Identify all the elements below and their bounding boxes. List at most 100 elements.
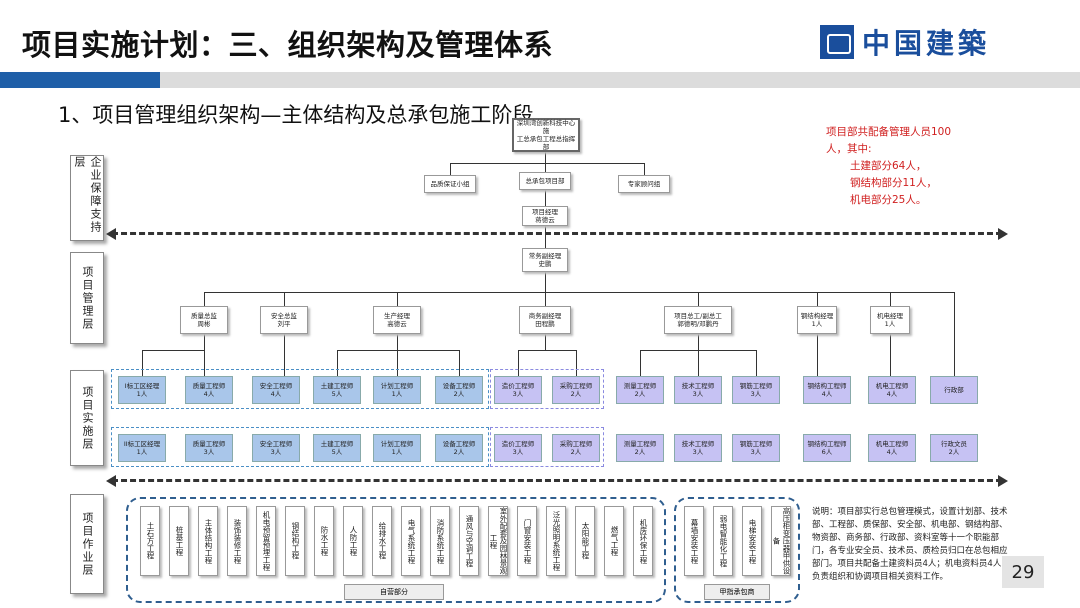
- header-band: [160, 72, 1080, 88]
- org-quality-group: 品质保证小组: [424, 175, 476, 193]
- role-title: 计划工程师: [380, 440, 414, 448]
- role-cell: 钢结构工程师 4人: [803, 376, 851, 404]
- page-title: 项目实施计划：三、组织架构及管理体系: [22, 28, 554, 62]
- role-title: 采购工程师: [559, 440, 593, 448]
- explanation-note: 说明：项目部实行总包管理模式，设置计划部、技术部、工程部、质保部、安全部、机电部…: [812, 507, 1010, 582]
- role-count: 3人: [750, 390, 762, 398]
- role-cell: 技术工程师 3人: [674, 376, 722, 404]
- org-text: 郭德明/邓鹏丹: [677, 320, 719, 328]
- role-count: 2人: [570, 448, 582, 456]
- org-text: 1人: [884, 320, 896, 328]
- org-text: 工总承包工程总指挥部: [516, 135, 576, 151]
- arrow-right-icon: [998, 228, 1008, 240]
- role-cell: 造价工程师 3人: [494, 434, 542, 462]
- role-count: 4人: [270, 390, 282, 398]
- role-title: 质量工程师: [192, 440, 226, 448]
- staff-note-line: 人，其中:: [826, 143, 872, 155]
- layer-label-operation: 项目作业层: [70, 494, 104, 594]
- role-count: 3人: [512, 390, 524, 398]
- role-cell: II标工区经理 1人: [118, 434, 166, 462]
- role-cell: 机电工程师 4人: [868, 376, 916, 404]
- arrow-left-icon: [106, 475, 116, 487]
- role-count: 3人: [512, 448, 524, 456]
- work-item: 钢结构工程: [285, 506, 305, 576]
- org-steel-manager: 钢结构经理 1人: [797, 306, 837, 334]
- work-item: 装饰装修工程: [227, 506, 247, 576]
- role-count: 2人: [634, 390, 646, 398]
- org-mep-manager: 机电经理 1人: [870, 306, 910, 334]
- role-title: 采购工程师: [559, 382, 593, 390]
- role-title: 钢筋工程师: [739, 382, 773, 390]
- role-cell: 设备工程师 2人: [435, 434, 483, 462]
- role-title: 钢结构工程师: [807, 440, 847, 448]
- role-cell: 行政部: [930, 376, 978, 404]
- role-cell: 土建工程师 5人: [313, 376, 361, 404]
- org-production-manager: 生产经理 高德云: [373, 306, 421, 334]
- work-item: 太阳能工程: [575, 506, 595, 576]
- role-cell: 采购工程师 2人: [552, 434, 600, 462]
- layer-label-management: 项目管理层: [70, 252, 104, 344]
- layer-label-support: 企业保障支持层: [70, 155, 104, 241]
- role-title: 安全工程师: [259, 440, 293, 448]
- role-title: 技术工程师: [681, 440, 715, 448]
- role-title: 设备工程师: [442, 440, 476, 448]
- role-cell: 土建工程师 5人: [313, 434, 361, 462]
- role-cell: 测量工程师 2人: [616, 376, 664, 404]
- role-cell: 机电工程师 4人: [868, 434, 916, 462]
- owner-designated-label: 甲指承包商: [704, 584, 770, 600]
- role-title: 钢结构工程师: [807, 382, 847, 390]
- role-cell: 测量工程师 2人: [616, 434, 664, 462]
- org-chief-engineer: 项目总工/副总工 郭德明/邓鹏丹: [664, 306, 732, 334]
- role-cell: 安全工程师 3人: [252, 434, 300, 462]
- self-operated-label: 自营部分: [344, 584, 444, 600]
- role-title: 安全工程师: [259, 382, 293, 390]
- role-count: 5人: [331, 448, 343, 456]
- work-item: 通风与空调工程: [459, 506, 479, 576]
- org-text: 深圳湾创新科技中心施: [516, 119, 576, 135]
- arrow-left-icon: [106, 228, 116, 240]
- work-item: 弱电智能化工程: [713, 506, 733, 576]
- work-item: 室外配套及园林景观工程: [488, 506, 508, 576]
- role-count: 4人: [203, 390, 215, 398]
- role-count: 3人: [692, 448, 704, 456]
- cscec-logo-icon: [820, 25, 854, 59]
- role-count: 6人: [821, 448, 833, 456]
- org-text: 质量总监: [191, 312, 217, 320]
- layer-divider: [112, 479, 1002, 482]
- role-count: 5人: [331, 390, 343, 398]
- org-safety-director: 安全总监 刘平: [260, 306, 308, 334]
- work-item: 电梯安装工程: [742, 506, 762, 576]
- staff-note-line: 项目部共配备管理人员100: [826, 126, 952, 138]
- work-item: 给排水工程: [372, 506, 392, 576]
- role-cell: 钢筋工程师 3人: [732, 434, 780, 462]
- staff-note: 项目部共配备管理人员100 人，其中: 土建部分64人， 钢结构部分11人， 机…: [826, 124, 951, 209]
- role-title: 造价工程师: [501, 382, 535, 390]
- role-count: 1人: [136, 390, 148, 398]
- role-count: 2人: [570, 390, 582, 398]
- header-band-accent: [0, 72, 160, 88]
- work-item: 桩基工程: [169, 506, 189, 576]
- work-item: 高压柜变压器甲供设备: [771, 506, 791, 576]
- role-count: 2人: [453, 448, 465, 456]
- layer-divider: [112, 232, 1002, 235]
- role-count: 3人: [750, 448, 762, 456]
- role-count: 4人: [886, 448, 898, 456]
- org-text: 蒋德云: [535, 216, 555, 224]
- role-title: 钢筋工程师: [739, 440, 773, 448]
- role-count: 3人: [203, 448, 215, 456]
- role-cell: I标工区经理 1人: [118, 376, 166, 404]
- role-title: 行政部: [944, 386, 964, 394]
- work-item: 人防工程: [343, 506, 363, 576]
- role-cell: 质量工程师 4人: [185, 376, 233, 404]
- org-headquarters: 深圳湾创新科技中心施 工总承包工程总指挥部: [512, 118, 580, 152]
- role-cell: 安全工程师 4人: [252, 376, 300, 404]
- work-item: 燃气工程: [604, 506, 624, 576]
- role-cell: 技术工程师 3人: [674, 434, 722, 462]
- org-text: 生产经理: [384, 312, 410, 320]
- work-item: 土石方工程: [140, 506, 160, 576]
- role-title: 造价工程师: [501, 440, 535, 448]
- work-item: 机房环保工程: [633, 506, 653, 576]
- org-text: 安全总监: [271, 312, 297, 320]
- logo-text: 中国建築: [862, 27, 991, 60]
- org-text: 高德云: [387, 320, 407, 328]
